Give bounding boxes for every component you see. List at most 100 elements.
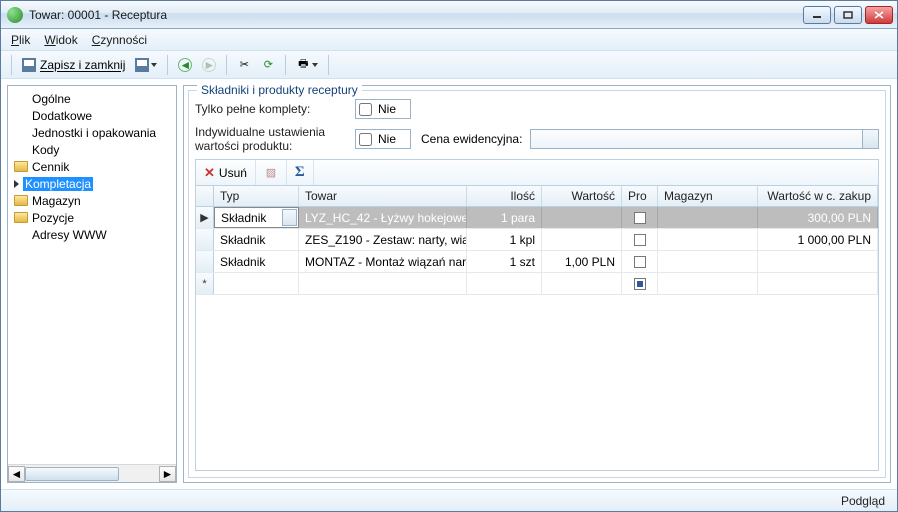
groupbox-title: Składniki i produkty receptury xyxy=(197,83,362,97)
navigation-tree: Ogólne Dodatkowe Jednostki i opakowania … xyxy=(8,86,176,464)
cell-pro[interactable] xyxy=(622,251,658,272)
cell-towar[interactable] xyxy=(299,273,467,294)
delete-icon: ✕ xyxy=(204,165,215,181)
cell-pro[interactable] xyxy=(622,273,658,294)
cell-towar[interactable]: ZES_Z190 - Zestaw: narty, wią... xyxy=(299,229,467,250)
col-wartosc[interactable]: Wartość xyxy=(542,186,622,206)
table-new-row[interactable]: * xyxy=(196,273,878,295)
checkbox[interactable] xyxy=(634,212,646,224)
cell-typ[interactable] xyxy=(214,273,299,294)
tree-node-dodatkowe[interactable]: Dodatkowe xyxy=(10,107,174,124)
scroll-left-button[interactable]: ◄ xyxy=(8,466,25,482)
col-magazyn[interactable]: Magazyn xyxy=(658,186,758,206)
table-row[interactable]: ▶ Składnik LYZ_HC_42 - Łyżwy hokejowe ..… xyxy=(196,207,878,229)
tools-button[interactable]: ✂ xyxy=(233,54,255,76)
cell-typ[interactable]: Składnik xyxy=(214,229,299,250)
cena-ewidencyjna-combo[interactable] xyxy=(530,129,879,149)
cell-magazyn[interactable] xyxy=(658,251,758,272)
menu-czynnosci[interactable]: Czynności xyxy=(92,33,147,47)
cell-pro[interactable] xyxy=(622,229,658,250)
menu-plik[interactable]: Plik xyxy=(11,33,30,47)
sum-button[interactable]: Σ xyxy=(287,160,314,185)
cell-ilosc[interactable]: 1 para xyxy=(467,207,542,228)
nav-back-button[interactable]: ◄ xyxy=(174,54,196,76)
cell-magazyn[interactable] xyxy=(658,229,758,250)
edit-row-button[interactable]: ▨ xyxy=(256,160,287,185)
col-typ[interactable]: Typ xyxy=(214,186,299,206)
cell-ilosc[interactable] xyxy=(467,273,542,294)
toolbar: Zapisz i zamknij ◄ ► ✂ ⟳ 🖶 xyxy=(1,51,897,79)
cell-wartosc[interactable]: 1,00 PLN xyxy=(542,251,622,272)
menu-widok[interactable]: Widok xyxy=(44,33,77,47)
cell-wartosc[interactable] xyxy=(542,207,622,228)
col-towar[interactable]: Towar xyxy=(299,186,467,206)
scroll-right-button[interactable]: ► xyxy=(159,466,176,482)
combo-drop-button[interactable] xyxy=(862,130,878,148)
folder-icon xyxy=(14,161,28,172)
save-dropdown-button[interactable] xyxy=(131,54,161,76)
save-and-close-button[interactable]: Zapisz i zamknij xyxy=(18,54,129,76)
tree-node-kody[interactable]: Kody xyxy=(10,141,174,158)
cell-typ[interactable]: Składnik xyxy=(214,207,299,228)
checkbox-nie-label: Nie xyxy=(378,102,396,116)
checkbox[interactable] xyxy=(634,278,646,290)
new-row-indicator: * xyxy=(196,273,214,294)
app-window: Towar: 00001 - Receptura Plik Widok Czyn… xyxy=(0,0,898,512)
indywidualne-toggle[interactable]: Nie xyxy=(355,129,411,149)
print-button[interactable]: 🖶 xyxy=(292,54,322,76)
tree-node-adresy[interactable]: Adresy WWW xyxy=(10,226,174,243)
cell-towar[interactable]: LYZ_HC_42 - Łyżwy hokejowe ... xyxy=(299,207,467,228)
preview-button[interactable]: Podgląd xyxy=(841,494,885,508)
body: Ogólne Dodatkowe Jednostki i opakowania … xyxy=(1,79,897,489)
cell-wartosc-zakup[interactable] xyxy=(758,251,878,272)
tree-node-cennik[interactable]: Cennik xyxy=(10,158,174,175)
pelne-komplety-checkbox[interactable] xyxy=(359,103,372,116)
minimize-button[interactable] xyxy=(803,6,831,24)
cell-wartosc-zakup[interactable]: 1 000,00 PLN xyxy=(758,229,878,250)
maximize-button[interactable] xyxy=(834,6,862,24)
cell-pro[interactable] xyxy=(622,207,658,228)
col-ilosc[interactable]: Ilość xyxy=(467,186,542,206)
row-indicator: ▶ xyxy=(196,207,214,228)
table-row[interactable]: Składnik MONTAZ - Montaż wiązań narci...… xyxy=(196,251,878,273)
nav-forward-button[interactable]: ► xyxy=(198,54,220,76)
navigation-tree-pane: Ogólne Dodatkowe Jednostki i opakowania … xyxy=(7,85,177,483)
components-grid: Typ Towar Ilość Wartość Pro Magazyn Wart… xyxy=(195,185,879,471)
checkbox[interactable] xyxy=(634,234,646,246)
cell-wartosc-zakup[interactable]: 300,00 PLN xyxy=(758,207,878,228)
scrollbar-thumb[interactable] xyxy=(25,467,119,481)
cell-wartosc[interactable] xyxy=(542,273,622,294)
tree-node-magazyn[interactable]: Magazyn xyxy=(10,192,174,209)
tree-node-pozycje[interactable]: Pozycje xyxy=(10,209,174,226)
tree-node-kompletacja[interactable]: Kompletacja xyxy=(10,175,174,192)
tree-node-ogolne[interactable]: Ogólne xyxy=(10,90,174,107)
grid-toolbar: ✕ Usuń ▨ Σ xyxy=(195,159,879,185)
col-wartosc-zakup[interactable]: Wartość w c. zakup xyxy=(758,186,878,206)
indywidualne-checkbox[interactable] xyxy=(359,133,372,146)
cell-magazyn[interactable] xyxy=(658,273,758,294)
delete-row-button[interactable]: ✕ Usuń xyxy=(196,160,256,185)
horizontal-scrollbar[interactable]: ◄ ► xyxy=(8,464,176,482)
pelne-komplety-toggle[interactable]: Nie xyxy=(355,99,411,119)
sigma-icon: Σ xyxy=(295,164,305,181)
cell-wartosc[interactable] xyxy=(542,229,622,250)
recipe-groupbox: Składniki i produkty receptury Tylko peł… xyxy=(188,90,886,478)
refresh-button[interactable]: ⟳ xyxy=(257,54,279,76)
tree-node-jednostki[interactable]: Jednostki i opakowania xyxy=(10,124,174,141)
cell-wartosc-zakup[interactable] xyxy=(758,273,878,294)
disk-icon xyxy=(135,58,149,72)
cell-ilosc[interactable]: 1 szt xyxy=(467,251,542,272)
typ-dropdown-button[interactable] xyxy=(282,209,297,226)
arrow-right-icon xyxy=(14,180,19,188)
close-button[interactable] xyxy=(865,6,893,24)
cell-magazyn[interactable] xyxy=(658,207,758,228)
col-pro[interactable]: Pro xyxy=(622,186,658,206)
content-pane: Składniki i produkty receptury Tylko peł… xyxy=(183,85,891,483)
cell-ilosc[interactable]: 1 kpl xyxy=(467,229,542,250)
cell-towar[interactable]: MONTAZ - Montaż wiązań narci... xyxy=(299,251,467,272)
tools-icon: ✂ xyxy=(237,58,251,72)
table-row[interactable]: Składnik ZES_Z190 - Zestaw: narty, wią..… xyxy=(196,229,878,251)
checkbox-nie-label: Nie xyxy=(378,132,396,146)
cell-typ[interactable]: Składnik xyxy=(214,251,299,272)
checkbox[interactable] xyxy=(634,256,646,268)
